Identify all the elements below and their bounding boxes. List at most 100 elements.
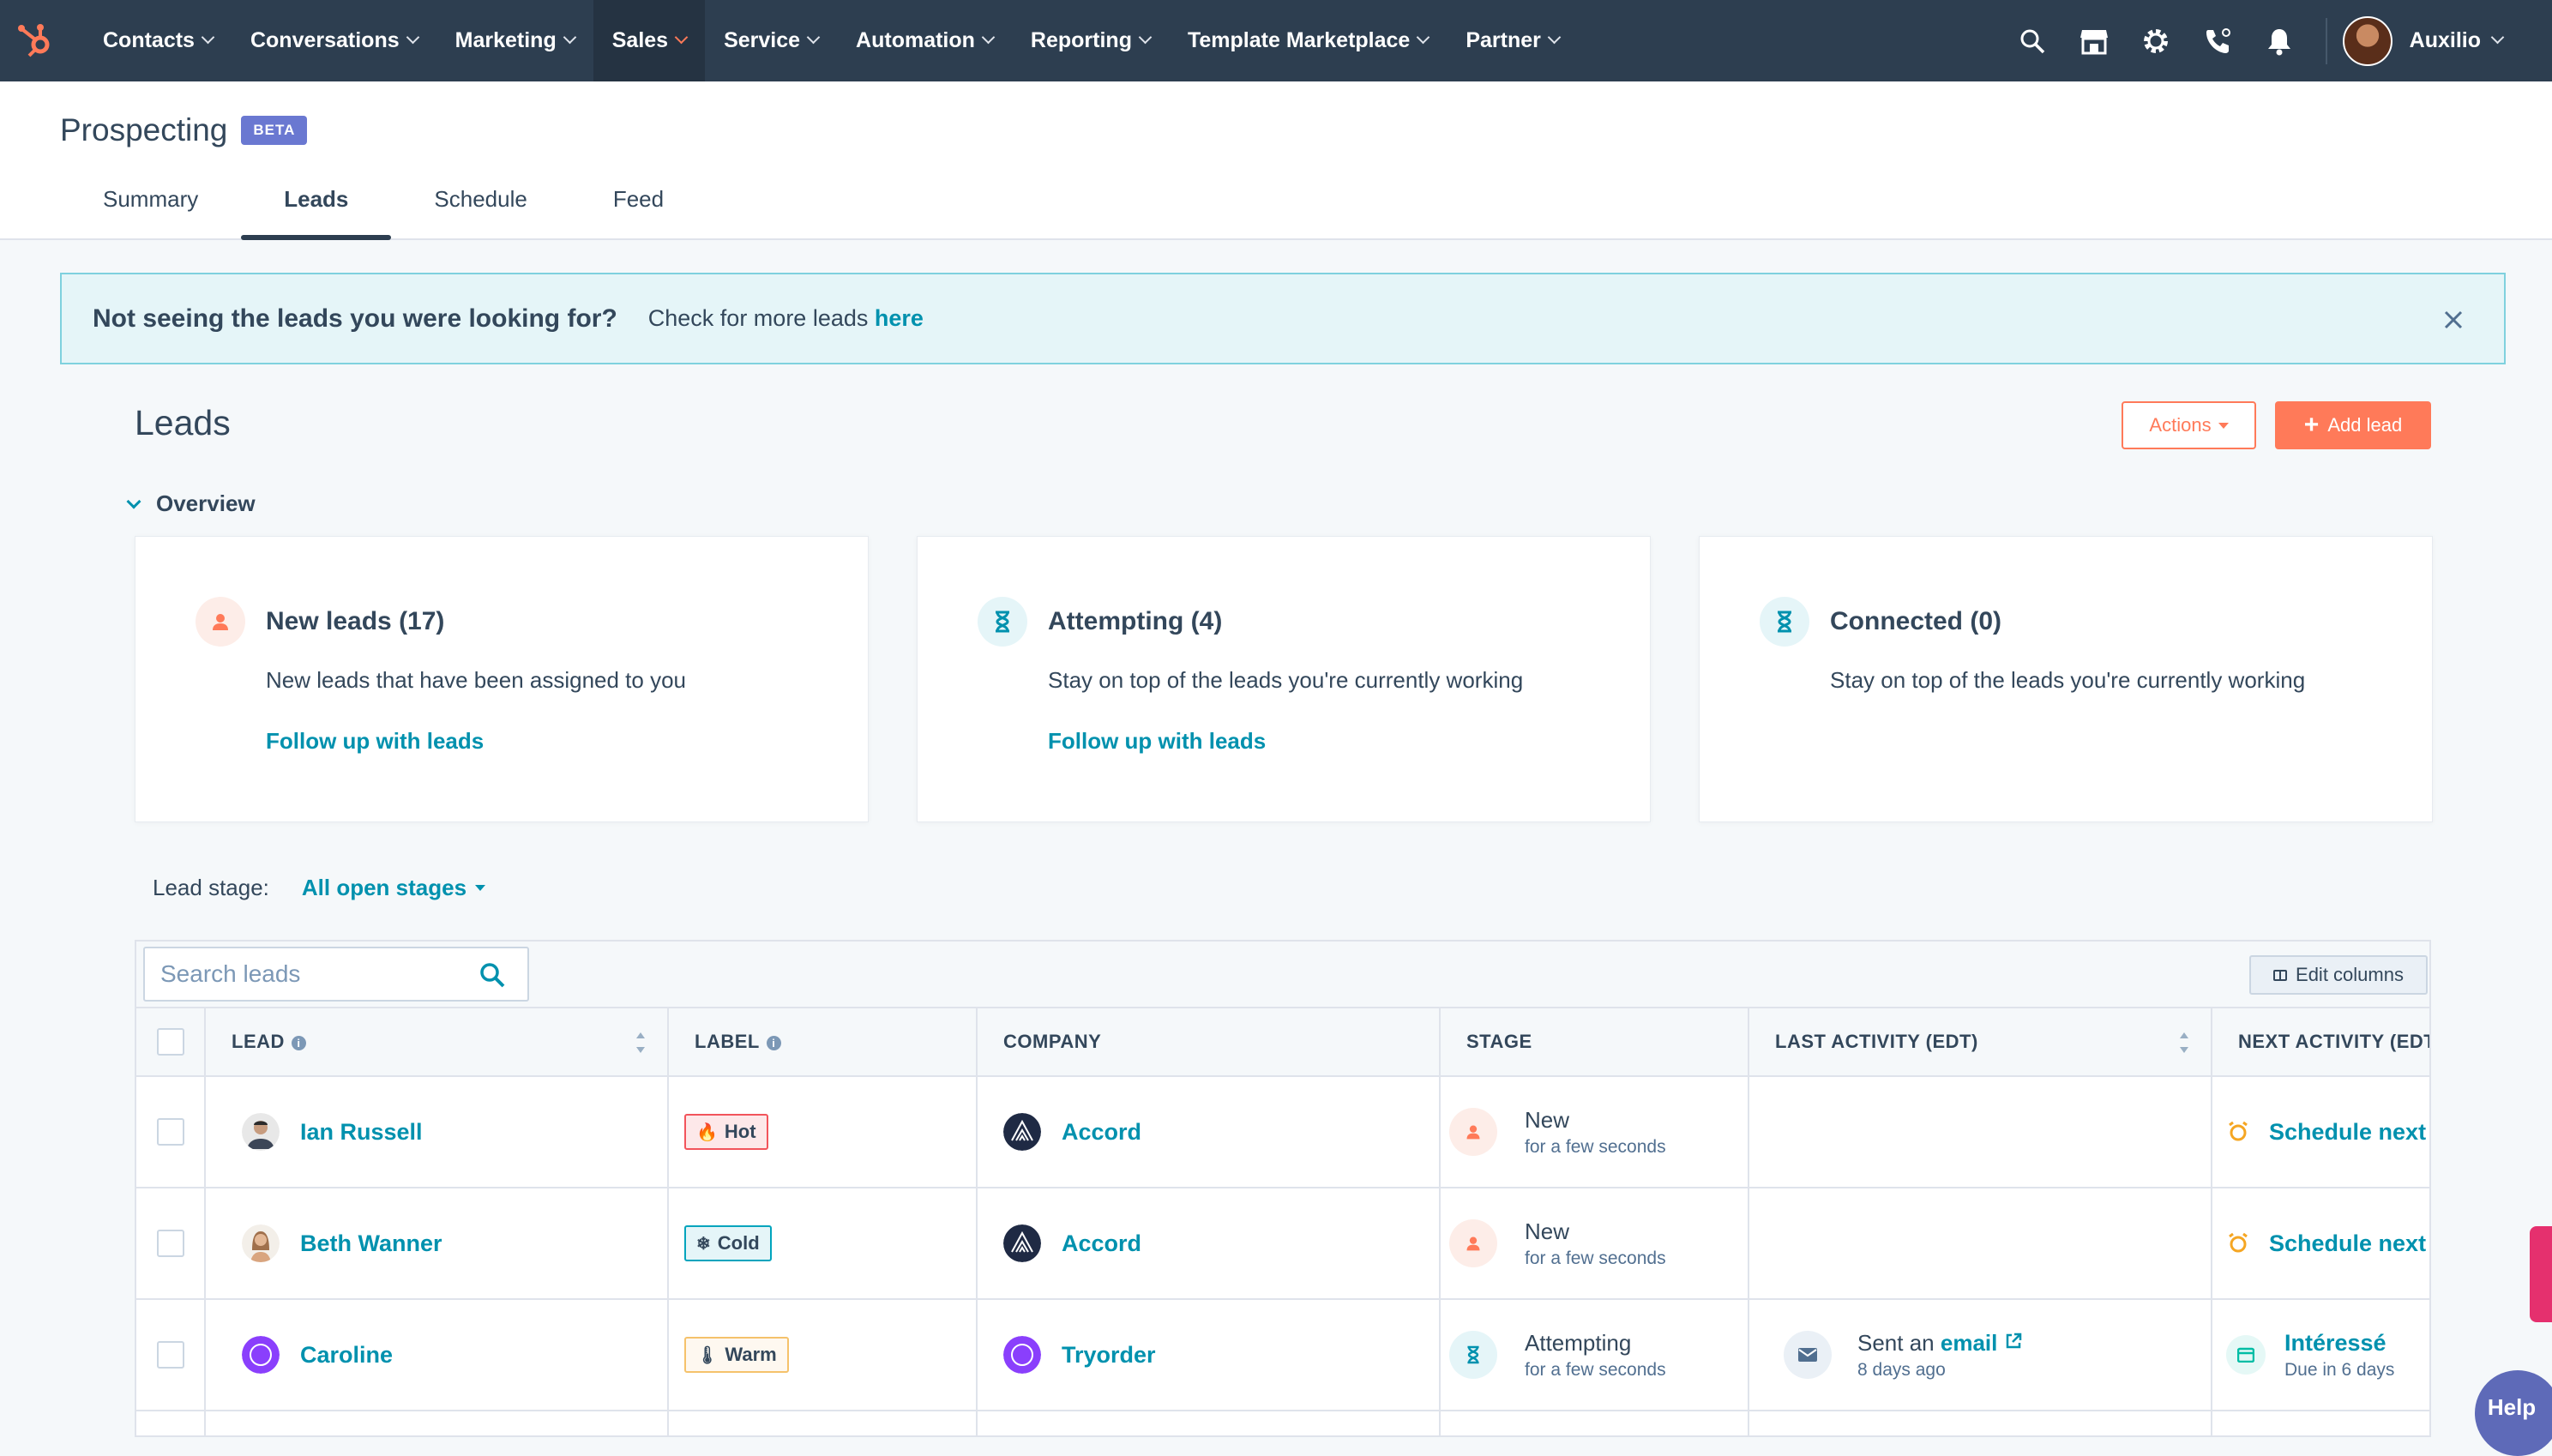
person-icon [196, 597, 245, 647]
chevron-down-icon [563, 30, 577, 45]
row-checkbox[interactable] [156, 1341, 184, 1369]
tab-summary[interactable]: Summary [60, 176, 241, 240]
caret-down-icon [2218, 422, 2229, 429]
alarm-icon [2229, 1232, 2248, 1253]
lead-cell: Ian Russell [205, 1076, 669, 1188]
lead-cell: Beth Wanner [205, 1188, 669, 1300]
next-activity-cell: Schedule next [2212, 1188, 2429, 1300]
info-icon[interactable]: i [291, 1035, 306, 1050]
edit-columns-button[interactable]: Edit columns [2249, 955, 2428, 995]
calling-icon[interactable] [2187, 0, 2248, 81]
table-row: Caroline 🌡 Warm Tryorder Attempting for a … [136, 1299, 2429, 1411]
lead-stage-label: Lead stage: [153, 875, 269, 900]
row-select [136, 1188, 206, 1300]
table-row: Beth Wanner ❄ Cold Accord New for a few se… [136, 1188, 2429, 1300]
nav-service[interactable]: Service [705, 0, 837, 81]
external-link-icon[interactable] [2004, 1332, 2023, 1351]
email-icon [1784, 1331, 1832, 1379]
nav-partner[interactable]: Partner [1447, 0, 1578, 81]
column-header-next-activity[interactable]: NEXT ACTIVITY (EDT) [2212, 1007, 2429, 1077]
nav-template-marketplace[interactable]: Template Marketplace [1169, 0, 1447, 81]
chevron-down-icon [201, 30, 215, 45]
company-link[interactable]: Accord [1062, 1230, 1141, 1257]
notifications-icon[interactable] [2248, 0, 2310, 81]
sort-icon[interactable] [2180, 1032, 2188, 1053]
select-all-checkbox[interactable] [156, 1028, 184, 1056]
sort-icon[interactable] [636, 1032, 645, 1053]
follow-up-link[interactable]: Follow up with leads [1048, 728, 1266, 755]
lead-name-link[interactable]: Caroline [300, 1342, 393, 1369]
stage-cell [1440, 1411, 1749, 1435]
stage-cell: Attempting for a few seconds [1440, 1299, 1749, 1411]
actions-button[interactable]: Actions [2122, 401, 2256, 449]
nav-automation[interactable]: Automation [837, 0, 1012, 81]
chevron-down-icon [406, 30, 419, 45]
person-icon [1449, 1219, 1497, 1267]
hubspot-logo-icon[interactable] [14, 19, 57, 62]
tab-schedule[interactable]: Schedule [391, 176, 569, 240]
table-row: Ian Russell 🔥 Hot Accord New for a few sec… [136, 1076, 2429, 1188]
company-link[interactable]: Tryorder [1062, 1342, 1156, 1369]
account-menu[interactable]: Auxilio [2410, 28, 2505, 53]
next-activity-link[interactable]: Intéressé [2284, 1330, 2394, 1357]
schedule-next-link[interactable]: Schedule next [2269, 1230, 2426, 1257]
schedule-next-link[interactable]: Schedule next [2269, 1119, 2426, 1146]
person-icon [1449, 1108, 1497, 1156]
row-select [136, 1076, 206, 1188]
stage-duration: for a few seconds [1525, 1359, 1666, 1380]
tryorder-logo-icon [1003, 1336, 1041, 1374]
tab-leads[interactable]: Leads [241, 176, 392, 240]
company-cell [977, 1411, 1441, 1435]
search-input[interactable] [160, 960, 469, 988]
nav-conversations[interactable]: Conversations [232, 0, 436, 81]
email-link[interactable]: email [1941, 1330, 1998, 1356]
add-lead-button[interactable]: + Add lead [2275, 401, 2431, 449]
hourglass-icon [1449, 1331, 1497, 1379]
label-cell: ❄ Cold [668, 1188, 978, 1300]
nav-utilities: Auxilio [2001, 0, 2552, 81]
table-toolbar: Edit columns [136, 942, 2429, 1007]
label-cell [668, 1411, 978, 1435]
settings-icon[interactable] [2125, 0, 2187, 81]
nav-sales[interactable]: Sales [593, 0, 706, 81]
marketplace-icon[interactable] [2063, 0, 2125, 81]
nav-marketing[interactable]: Marketing [436, 0, 593, 81]
nav-reporting[interactable]: Reporting [1012, 0, 1169, 81]
banner-link[interactable]: here [875, 305, 924, 331]
leads-heading: Leads [135, 403, 231, 442]
next-activity-cell: Intéressé Due in 6 days [2212, 1299, 2429, 1411]
user-avatar[interactable] [2342, 15, 2392, 66]
search-icon[interactable] [478, 960, 507, 990]
attempting-card: Attempting (4) Stay on top of the leads … [917, 536, 1651, 822]
connected-card: Connected (0) Stay on top of the leads y… [1699, 536, 2433, 822]
lead-name-link[interactable]: Beth Wanner [300, 1230, 442, 1257]
help-button[interactable]: Help [2475, 1370, 2552, 1456]
column-header-label[interactable]: LABEL i [668, 1007, 978, 1077]
lead-name-link[interactable]: Ian Russell [300, 1119, 423, 1146]
close-icon[interactable] [2437, 304, 2470, 336]
last-activity-cell: Sent an email 8 days ago [1748, 1299, 2212, 1411]
row-checkbox[interactable] [156, 1118, 184, 1146]
nav-contacts[interactable]: Contacts [84, 0, 232, 81]
row-checkbox[interactable] [156, 1230, 184, 1258]
column-header-stage[interactable]: STAGE [1440, 1007, 1749, 1077]
chevron-down-icon [1138, 30, 1153, 45]
column-header-company[interactable]: COMPANY [977, 1007, 1441, 1077]
feedback-tab[interactable] [2530, 1226, 2552, 1322]
search-leads-box[interactable] [143, 947, 529, 1002]
tab-feed[interactable]: Feed [570, 176, 707, 240]
lead-stage-dropdown[interactable]: All open stages [302, 875, 486, 901]
last-activity-cell [1748, 1411, 2212, 1435]
follow-up-link[interactable]: Follow up with leads [266, 728, 484, 755]
hourglass-icon [1760, 597, 1809, 647]
stage-name: New [1525, 1106, 1570, 1133]
last-activity-text: Sent an email [1857, 1330, 2023, 1357]
info-icon[interactable]: i [766, 1035, 781, 1050]
company-link[interactable]: Accord [1062, 1119, 1141, 1146]
company-cell: Accord [977, 1188, 1441, 1300]
column-header-lead[interactable]: LEAD i [205, 1007, 669, 1077]
column-header-last-activity[interactable]: LAST ACTIVITY (EDT) [1748, 1007, 2212, 1077]
search-icon[interactable] [2001, 0, 2063, 81]
select-all-header [136, 1007, 206, 1077]
overview-toggle[interactable]: Overview [126, 490, 256, 517]
